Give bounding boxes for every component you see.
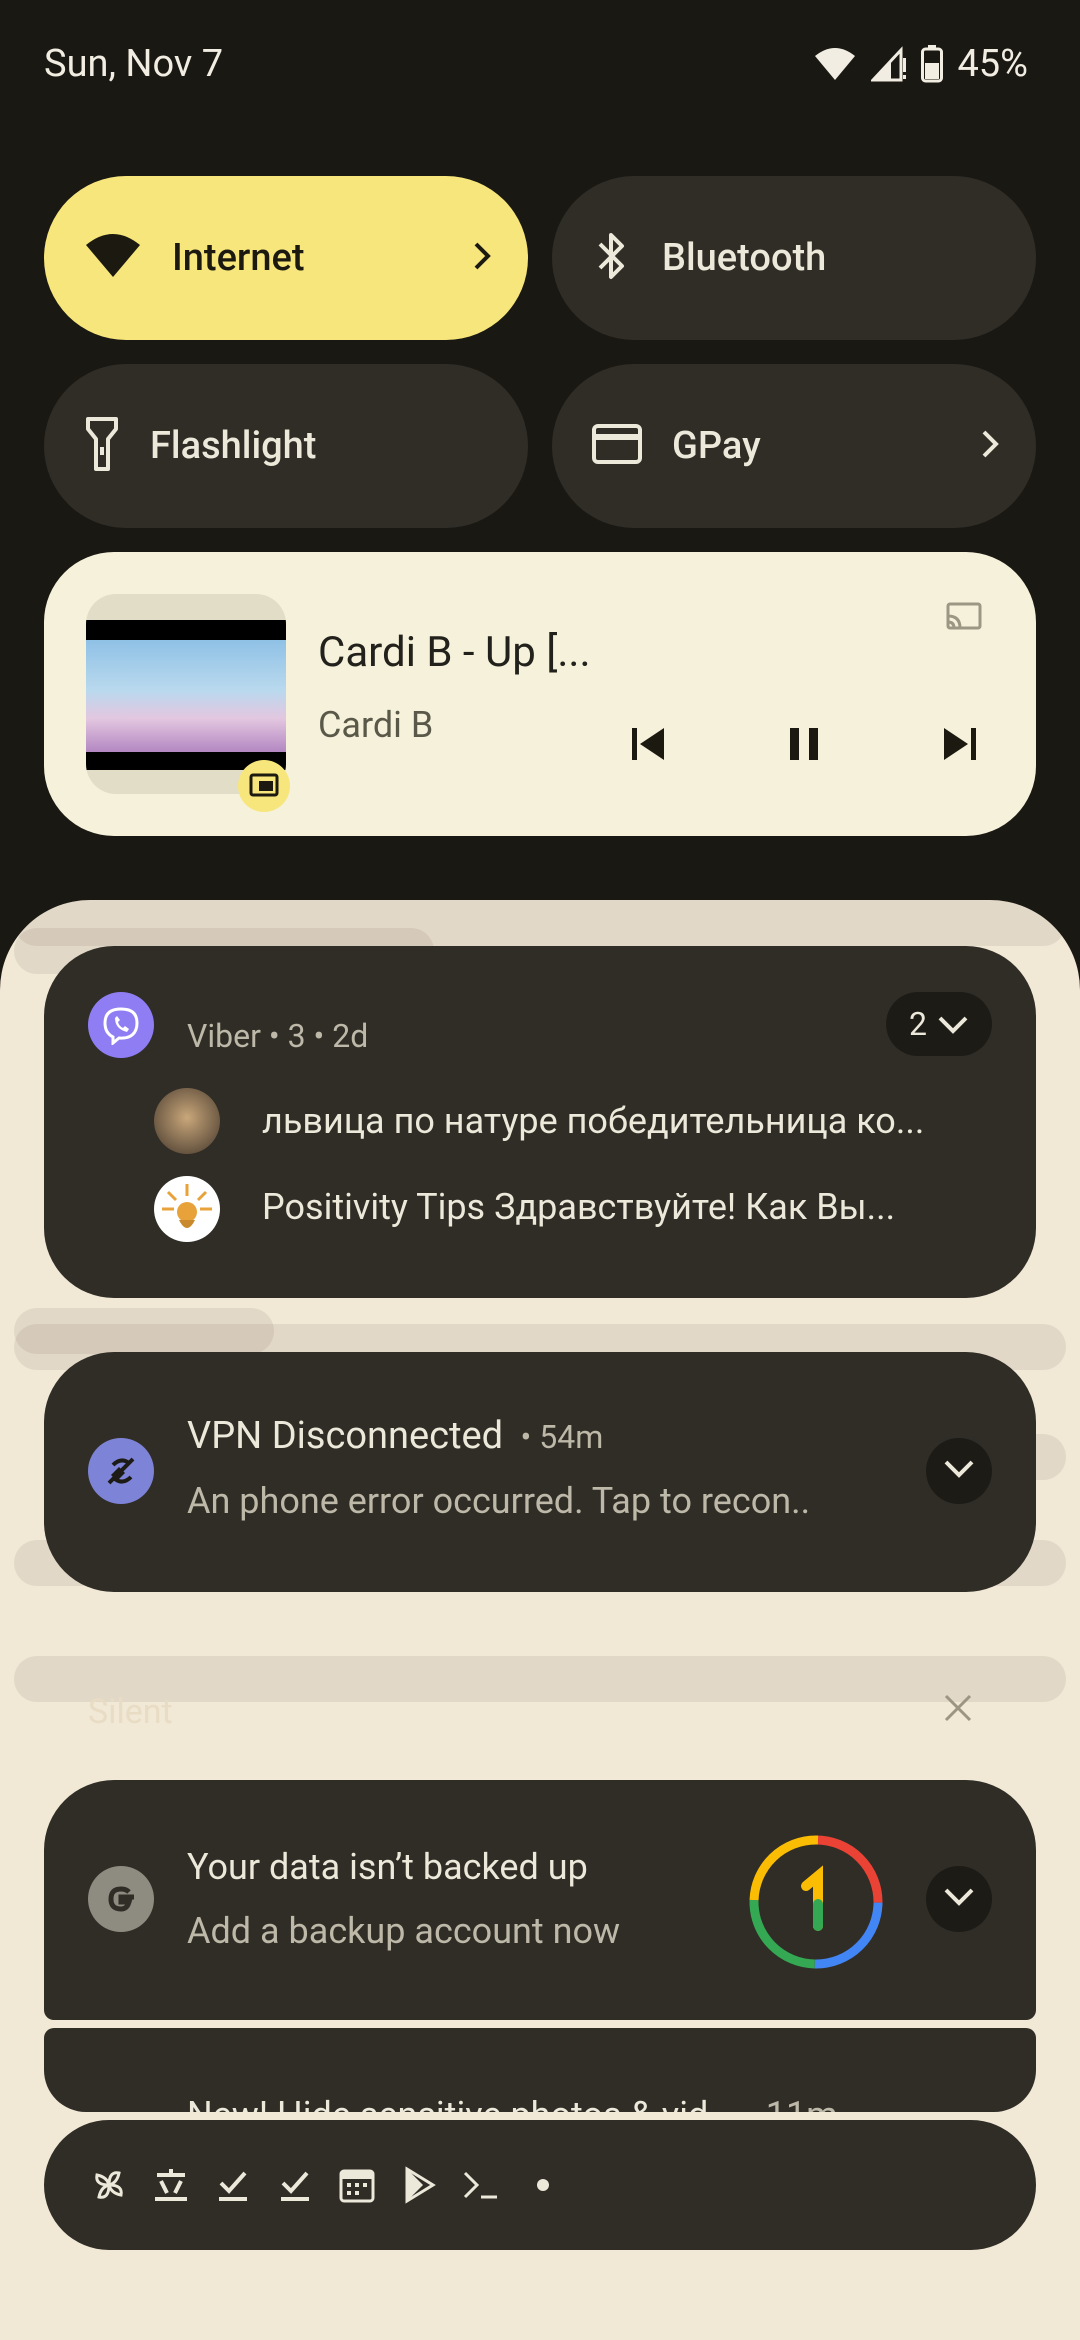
viber-notification[interactable]: Viber • 3 • 2d 2 львица по натуре победи… bbox=[44, 946, 1036, 1298]
viber-icon bbox=[88, 992, 154, 1058]
chevron-down-icon bbox=[937, 1005, 969, 1043]
peek-notification[interactable]: New! Hide sensitive photos & vid... 11m bbox=[44, 2028, 1036, 2112]
media-artist: Cardi B bbox=[318, 704, 434, 746]
expand-button[interactable] bbox=[926, 1438, 992, 1504]
media-title: Cardi B - Up [... bbox=[318, 628, 591, 677]
play-store-icon bbox=[396, 2162, 442, 2208]
task-check-icon bbox=[210, 2162, 256, 2208]
wifi-icon bbox=[84, 233, 142, 283]
wifi-status-icon bbox=[813, 46, 857, 82]
cast-icon[interactable] bbox=[946, 602, 982, 636]
pinwheel-icon bbox=[86, 2162, 132, 2208]
calendar-icon bbox=[334, 2162, 380, 2208]
message-line: львица по натуре победительница ко... bbox=[262, 1100, 925, 1142]
vpn-time: • 54m bbox=[520, 1418, 604, 1456]
expand-button[interactable] bbox=[926, 1866, 992, 1932]
backup-notification[interactable]: Your data isn’t backed up Add a backup a… bbox=[44, 1780, 1036, 2020]
tile-label: Bluetooth bbox=[662, 236, 827, 280]
backup-title: Your data isn’t backed up bbox=[187, 1846, 588, 1888]
peek-title: New! Hide sensitive photos & vid... 11m bbox=[187, 2094, 838, 2112]
previous-button[interactable] bbox=[628, 724, 668, 768]
card-icon bbox=[592, 424, 642, 468]
flashlight-icon bbox=[84, 417, 120, 475]
vpn-body: An phone error occurred. Tap to recon.. bbox=[187, 1480, 811, 1522]
next-button[interactable] bbox=[940, 724, 980, 768]
status-icons: 45% bbox=[813, 42, 1028, 86]
backup-body: Add a backup account now bbox=[187, 1910, 621, 1952]
media-player-card[interactable]: Cardi B - Up [... Cardi B bbox=[44, 552, 1036, 836]
avatar bbox=[154, 1176, 220, 1242]
signal-icon bbox=[871, 46, 907, 82]
chevron-down-icon bbox=[943, 1887, 975, 1911]
vpn-title: VPN Disconnected • 54m bbox=[187, 1414, 603, 1458]
vpn-title-text: VPN Disconnected bbox=[187, 1414, 504, 1458]
battery-percent: 45% bbox=[957, 42, 1028, 86]
overflow-icons-bar[interactable] bbox=[44, 2120, 1036, 2250]
tile-label: Flashlight bbox=[150, 424, 317, 468]
tile-flashlight[interactable]: Flashlight bbox=[44, 364, 528, 528]
status-date: Sun, Nov 7 bbox=[44, 42, 224, 86]
message-line: Positivity Tips Здравствуйте! Как Вы... bbox=[262, 1186, 896, 1228]
vpn-icon bbox=[88, 1438, 154, 1504]
google-icon bbox=[88, 1866, 154, 1932]
tile-bluetooth[interactable]: Bluetooth bbox=[552, 176, 1036, 340]
clear-silent-button[interactable] bbox=[940, 1690, 976, 1730]
avatar bbox=[154, 1088, 220, 1154]
tile-label: Internet bbox=[172, 236, 305, 280]
more-dot-icon bbox=[520, 2162, 566, 2208]
terminal-icon bbox=[458, 2162, 504, 2208]
peek-title-text: New! Hide sensitive photos & vid... bbox=[187, 2094, 737, 2112]
expand-group-button[interactable]: 2 bbox=[886, 992, 992, 1056]
battery-icon bbox=[921, 45, 944, 83]
vpn-notification[interactable]: VPN Disconnected • 54m An phone error oc… bbox=[44, 1352, 1036, 1592]
chevron-right-icon bbox=[980, 428, 1000, 464]
chevron-right-icon bbox=[472, 240, 492, 276]
tile-label: GPay bbox=[672, 424, 761, 468]
peek-time: 11m bbox=[766, 2094, 838, 2112]
translate-icon bbox=[148, 2162, 194, 2208]
bluetooth-icon bbox=[592, 230, 632, 286]
message-count: 2 bbox=[909, 1005, 927, 1043]
silent-section-label: Silent bbox=[88, 1692, 173, 1732]
tile-internet[interactable]: Internet bbox=[44, 176, 528, 340]
chevron-down-icon bbox=[943, 1459, 975, 1483]
tile-gpay[interactable]: GPay bbox=[552, 364, 1036, 528]
viber-app-meta: Viber • 3 • 2d bbox=[187, 1017, 369, 1055]
task-check-icon bbox=[272, 2162, 318, 2208]
cast-badge-icon bbox=[238, 760, 290, 812]
google-one-icon bbox=[748, 1834, 884, 1974]
pause-button[interactable] bbox=[784, 724, 824, 768]
